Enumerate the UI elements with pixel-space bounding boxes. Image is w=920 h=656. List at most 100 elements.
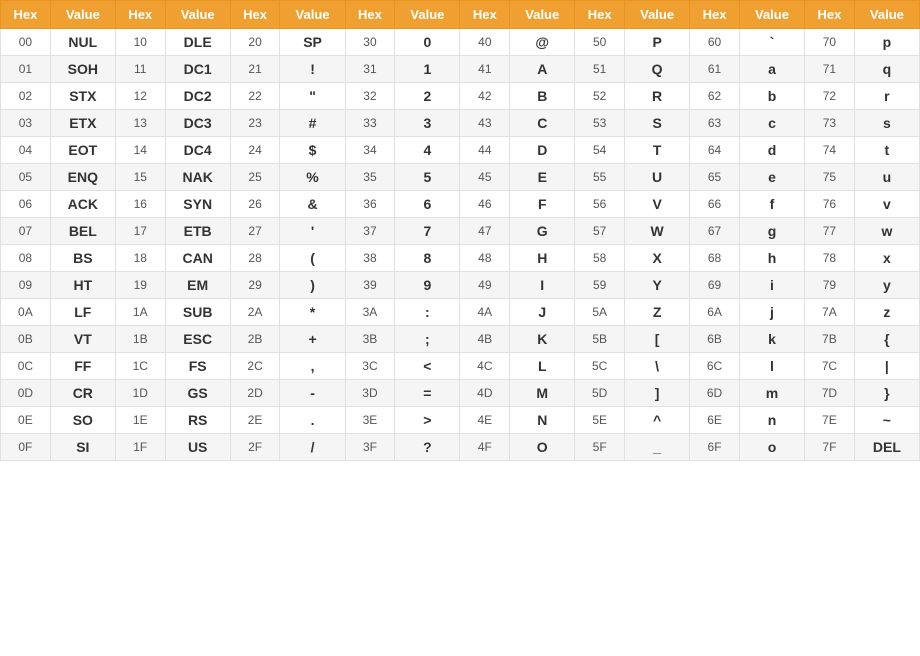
value-cell: L bbox=[510, 353, 575, 380]
hex-cell: 53 bbox=[575, 110, 625, 137]
hex-cell: 2E bbox=[230, 407, 280, 434]
value-cell: W bbox=[625, 218, 690, 245]
hex-cell: 4F bbox=[460, 434, 510, 461]
hex-cell: 46 bbox=[460, 191, 510, 218]
hex-cell: 66 bbox=[690, 191, 740, 218]
hex-cell: 7B bbox=[805, 326, 855, 353]
value-cell: SUB bbox=[165, 299, 230, 326]
value-cell: l bbox=[739, 353, 804, 380]
value-cell: c bbox=[739, 110, 804, 137]
table-row: 0CFF1CFS2C,3C<4CL5C\6Cl7C| bbox=[1, 353, 920, 380]
hex-cell: 04 bbox=[1, 137, 51, 164]
value-cell: EOT bbox=[50, 137, 115, 164]
hex-cell: 6B bbox=[690, 326, 740, 353]
hex-cell: 4E bbox=[460, 407, 510, 434]
value-cell: [ bbox=[625, 326, 690, 353]
hex-cell: 16 bbox=[115, 191, 165, 218]
value-cell: - bbox=[280, 380, 345, 407]
value-cell: " bbox=[280, 83, 345, 110]
table-row: 09HT19EM29)39949I59Y69i79y bbox=[1, 272, 920, 299]
value-cell: Y bbox=[625, 272, 690, 299]
value-cell: R bbox=[625, 83, 690, 110]
hex-cell: 7A bbox=[805, 299, 855, 326]
hex-cell: 7F bbox=[805, 434, 855, 461]
value-cell: DC1 bbox=[165, 56, 230, 83]
value-cell: ~ bbox=[854, 407, 919, 434]
value-cell: CR bbox=[50, 380, 115, 407]
hex-cell: 0A bbox=[1, 299, 51, 326]
hex-cell: 48 bbox=[460, 245, 510, 272]
value-cell: a bbox=[739, 56, 804, 83]
hex-cell: 4A bbox=[460, 299, 510, 326]
hex-cell: 2A bbox=[230, 299, 280, 326]
column-header: Value bbox=[50, 1, 115, 29]
hex-cell: 5D bbox=[575, 380, 625, 407]
hex-cell: 51 bbox=[575, 56, 625, 83]
hex-cell: 36 bbox=[345, 191, 395, 218]
hex-cell: 79 bbox=[805, 272, 855, 299]
value-cell: NUL bbox=[50, 29, 115, 56]
value-cell: p bbox=[854, 29, 919, 56]
hex-cell: 38 bbox=[345, 245, 395, 272]
value-cell: x bbox=[854, 245, 919, 272]
hex-cell: 44 bbox=[460, 137, 510, 164]
hex-cell: 3C bbox=[345, 353, 395, 380]
value-cell: ) bbox=[280, 272, 345, 299]
table-header: HexValueHexValueHexValueHexValueHexValue… bbox=[1, 1, 920, 29]
hex-cell: 6A bbox=[690, 299, 740, 326]
value-cell: J bbox=[510, 299, 575, 326]
hex-cell: 6E bbox=[690, 407, 740, 434]
hex-cell: 60 bbox=[690, 29, 740, 56]
hex-cell: 21 bbox=[230, 56, 280, 83]
hex-cell: 43 bbox=[460, 110, 510, 137]
value-cell: g bbox=[739, 218, 804, 245]
hex-cell: 70 bbox=[805, 29, 855, 56]
hex-cell: 54 bbox=[575, 137, 625, 164]
hex-cell: 24 bbox=[230, 137, 280, 164]
value-cell: FS bbox=[165, 353, 230, 380]
value-cell: 2 bbox=[395, 83, 460, 110]
value-cell: A bbox=[510, 56, 575, 83]
column-header: Value bbox=[625, 1, 690, 29]
value-cell: 9 bbox=[395, 272, 460, 299]
value-cell: : bbox=[395, 299, 460, 326]
hex-cell: 50 bbox=[575, 29, 625, 56]
hex-cell: 5B bbox=[575, 326, 625, 353]
value-cell: o bbox=[739, 434, 804, 461]
value-cell: O bbox=[510, 434, 575, 461]
value-cell: h bbox=[739, 245, 804, 272]
value-cell: M bbox=[510, 380, 575, 407]
value-cell: r bbox=[854, 83, 919, 110]
value-cell: / bbox=[280, 434, 345, 461]
value-cell: NAK bbox=[165, 164, 230, 191]
hex-cell: 52 bbox=[575, 83, 625, 110]
value-cell: + bbox=[280, 326, 345, 353]
hex-cell: 22 bbox=[230, 83, 280, 110]
value-cell: ETX bbox=[50, 110, 115, 137]
hex-cell: 28 bbox=[230, 245, 280, 272]
column-header: Hex bbox=[460, 1, 510, 29]
value-cell: } bbox=[854, 380, 919, 407]
value-cell: ! bbox=[280, 56, 345, 83]
table-row: 05ENQ15NAK25%35545E55U65e75u bbox=[1, 164, 920, 191]
hex-cell: 63 bbox=[690, 110, 740, 137]
hex-cell: 11 bbox=[115, 56, 165, 83]
hex-cell: 2B bbox=[230, 326, 280, 353]
hex-cell: 55 bbox=[575, 164, 625, 191]
value-cell: , bbox=[280, 353, 345, 380]
hex-cell: 32 bbox=[345, 83, 395, 110]
value-cell: 4 bbox=[395, 137, 460, 164]
value-cell: 6 bbox=[395, 191, 460, 218]
value-cell: > bbox=[395, 407, 460, 434]
hex-cell: 37 bbox=[345, 218, 395, 245]
value-cell: Z bbox=[625, 299, 690, 326]
hex-cell: 02 bbox=[1, 83, 51, 110]
value-cell: { bbox=[854, 326, 919, 353]
column-header: Value bbox=[165, 1, 230, 29]
hex-cell: 6D bbox=[690, 380, 740, 407]
value-cell: H bbox=[510, 245, 575, 272]
column-header: Value bbox=[510, 1, 575, 29]
value-cell: V bbox=[625, 191, 690, 218]
value-cell: ETB bbox=[165, 218, 230, 245]
value-cell: . bbox=[280, 407, 345, 434]
